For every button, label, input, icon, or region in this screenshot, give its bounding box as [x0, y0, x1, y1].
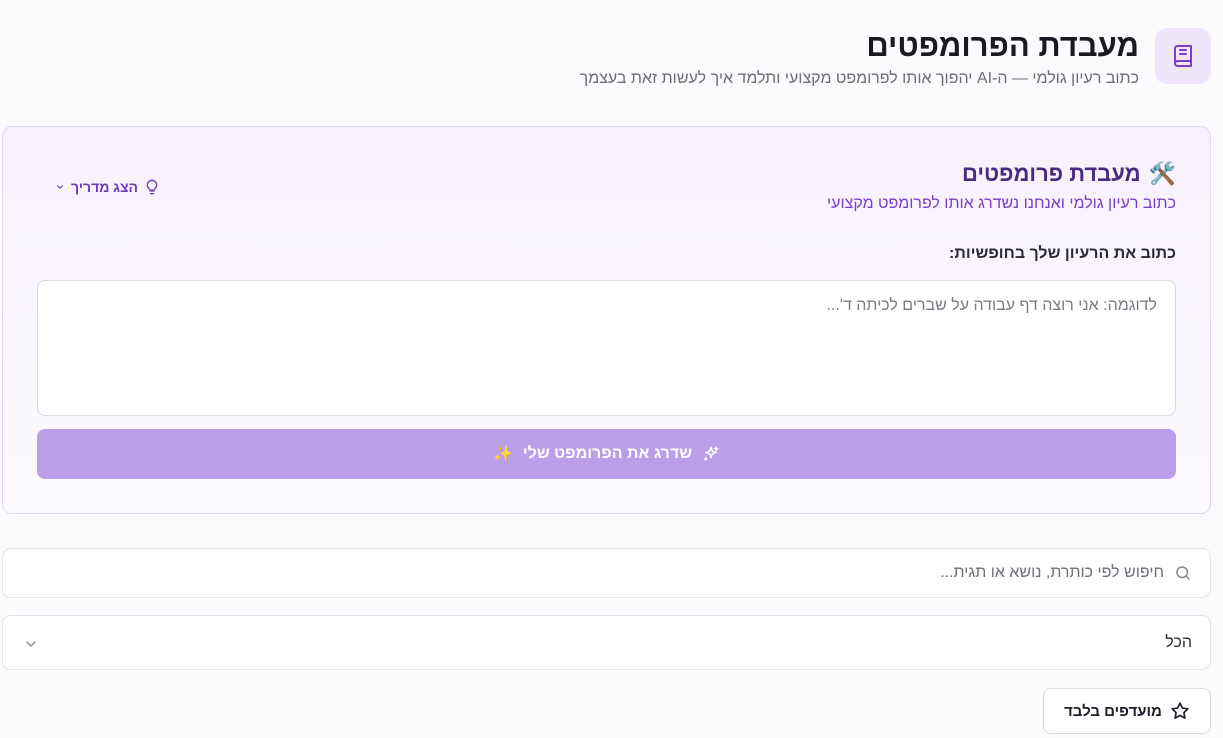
- lab-title-text: מעבדת פרומפטים: [961, 161, 1141, 186]
- search-bar: [2, 548, 1211, 598]
- page-subtitle: כתוב רעיון גולמי — ה-AI יהפוך אותו לפרומ…: [579, 70, 1139, 87]
- star-icon: [1170, 701, 1190, 721]
- show-guide-label: הצג מדריך: [71, 179, 138, 195]
- search-icon: [1174, 564, 1192, 582]
- page-title: מעבדת הפרומפטים: [866, 28, 1139, 63]
- lightbulb-icon: [144, 179, 160, 195]
- category-select[interactable]: הכל: [2, 615, 1211, 670]
- favorites-only-label: מועדפים בלבד: [1064, 702, 1162, 720]
- chevron-down-icon: [23, 636, 39, 652]
- idea-textarea[interactable]: [37, 280, 1176, 416]
- search-input[interactable]: [13, 549, 1164, 597]
- category-select-value: הכל: [1165, 634, 1192, 651]
- upgrade-prompt-button[interactable]: שדרג את הפרומפט שלי ✨: [37, 429, 1176, 479]
- page-header: מעבדת הפרומפטים כתוב רעיון גולמי — ה-AI …: [12, 28, 1211, 88]
- sparkles-icon: [702, 445, 720, 463]
- lab-subtitle: כתוב רעיון גולמי ואנחנו נשדרג אותו לפרומ…: [826, 195, 1176, 212]
- lab-title: 🛠️ מעבדת פרומפטים: [962, 161, 1176, 187]
- sparkles-emoji-icon: ✨: [492, 446, 513, 463]
- tools-icon: 🛠️: [1148, 161, 1176, 186]
- favorites-only-button[interactable]: מועדפים בלבד: [1043, 688, 1211, 734]
- chevron-down-icon: [55, 182, 65, 192]
- idea-field-label: כתוב את הרעיון שלך בחופשיות:: [949, 245, 1176, 262]
- book-icon: [1155, 28, 1211, 84]
- show-guide-button[interactable]: הצג מדריך: [55, 179, 160, 195]
- upgrade-prompt-label: שדרג את הפרומפט שלי: [522, 445, 693, 462]
- prompt-lab-card: 🛠️ מעבדת פרומפטים כתוב רעיון גולמי ואנחנ…: [2, 126, 1211, 514]
